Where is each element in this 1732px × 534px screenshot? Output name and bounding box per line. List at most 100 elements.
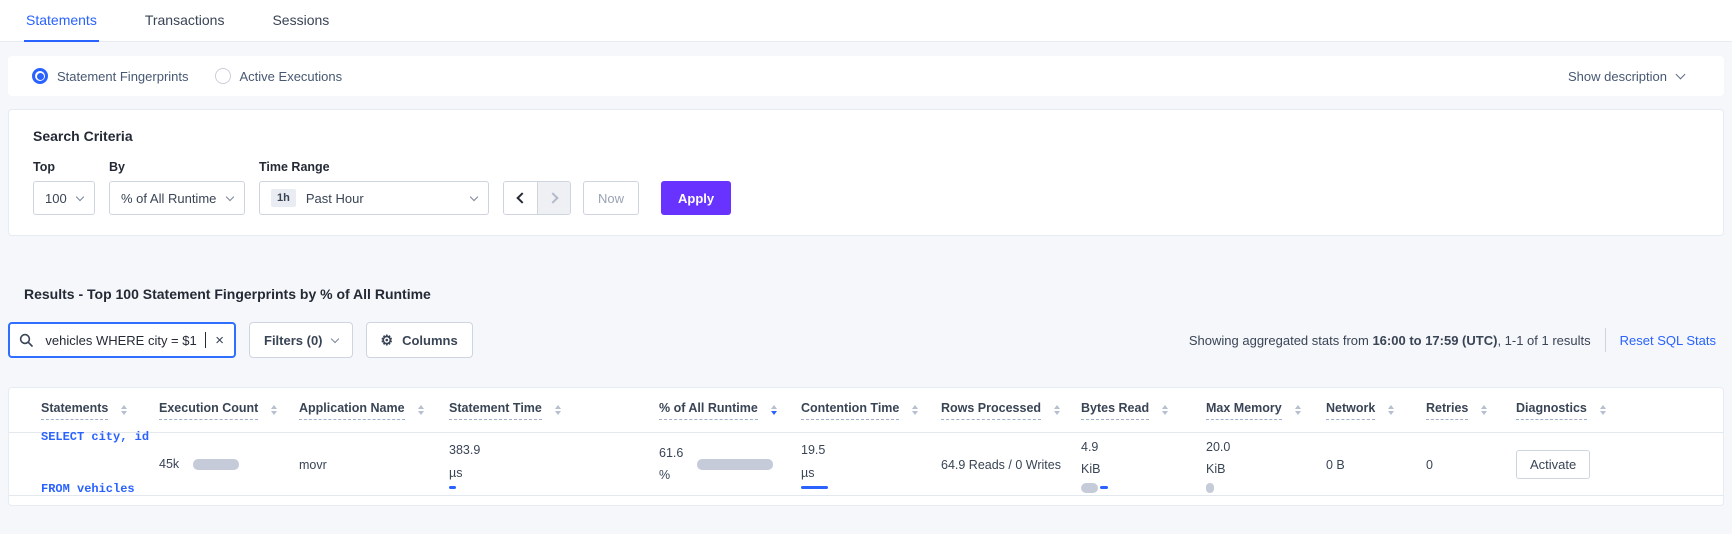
radio-active-executions-label: Active Executions — [239, 68, 343, 84]
statement-fingerprint-link[interactable]: SELECT city, id FROM vehicles — [41, 394, 159, 533]
divider — [1604, 328, 1606, 352]
time-range-select[interactable]: 1h Past Hour — [259, 181, 489, 215]
sort-icon[interactable] — [417, 405, 424, 415]
search-input-value: y, id FROM vehicles WHERE city = $1 — [41, 332, 197, 348]
now-button[interactable]: Now — [583, 181, 640, 215]
sort-icon[interactable] — [554, 405, 561, 415]
column-header-contention-time[interactable]: Contention Time — [801, 401, 941, 420]
sort-icon[interactable] — [1294, 405, 1301, 415]
network-value: 0 B — [1326, 457, 1345, 472]
tab-sessions[interactable]: Sessions — [270, 0, 331, 42]
view-toggle-bar: Statement Fingerprints Active Executions… — [8, 56, 1724, 96]
time-range-field: Time Range 1h Past Hour — [259, 160, 489, 215]
column-header-max-memory[interactable]: Max Memory — [1206, 401, 1326, 420]
column-header-diagnostics[interactable]: Diagnostics — [1516, 401, 1691, 420]
time-range-label: Time Range — [259, 160, 330, 174]
sql-activity-tabs: Statements Transactions Sessions — [0, 0, 1732, 42]
by-select[interactable]: % of All Runtime — [109, 181, 245, 215]
chevron-down-icon — [75, 192, 85, 201]
sort-icon[interactable] — [1162, 405, 1169, 415]
sort-icon-active[interactable] — [770, 405, 777, 415]
column-header-rows-processed[interactable]: Rows Processed — [941, 401, 1081, 420]
tab-statements[interactable]: Statements — [24, 0, 99, 42]
statements-table: Statements Execution Count Application N… — [8, 387, 1724, 506]
sort-icon[interactable] — [1599, 405, 1606, 415]
column-header-bytes-read[interactable]: Bytes Read — [1081, 401, 1206, 420]
filters-button[interactable]: Filters (0) — [249, 322, 353, 358]
by-select-value: % of All Runtime — [121, 190, 217, 206]
contention-time-unit: µs — [801, 465, 815, 480]
max-memory-bar — [1206, 482, 1214, 493]
bytes-read-value: 4.9 — [1081, 439, 1099, 454]
statement-time-value: 383.9 — [449, 443, 481, 457]
chevron-down-icon — [225, 192, 235, 201]
gear-icon: ⚙ — [380, 332, 394, 348]
activate-diagnostics-button[interactable]: Activate — [1516, 449, 1591, 479]
reset-sql-stats-link[interactable]: Reset SQL Stats — [1620, 333, 1724, 348]
radio-active-executions[interactable]: Active Executions — [214, 68, 343, 84]
bytes-read-bar-marker — [1100, 486, 1108, 489]
results-toolbar: y, id FROM vehicles WHERE city = $1 × Fi… — [8, 322, 1724, 358]
search-icon — [19, 333, 33, 347]
filters-button-label: Filters (0) — [264, 332, 323, 348]
sort-icon[interactable] — [912, 405, 919, 415]
time-window-pager — [503, 181, 571, 215]
chevron-right-icon — [546, 192, 559, 204]
time-range-value: Past Hour — [305, 190, 364, 206]
sort-icon[interactable] — [1054, 405, 1061, 415]
execution-count-value: 45k — [159, 457, 180, 471]
stats-prefix: Showing aggregated stats from — [1188, 332, 1373, 348]
chevron-down-icon — [330, 334, 339, 343]
text-caret — [204, 332, 207, 348]
by-label: By — [109, 160, 125, 174]
tab-transactions[interactable]: Transactions — [143, 0, 227, 42]
sort-icon[interactable] — [1481, 405, 1488, 415]
chevron-left-icon — [516, 192, 528, 204]
column-header-pct-all-runtime[interactable]: % of All Runtime — [659, 401, 801, 420]
table-row: SELECT city, id FROM vehicles 45k movr 3… — [9, 430, 1723, 496]
time-range-badge: 1h — [271, 189, 296, 207]
search-criteria-panel: Search Criteria Top 100 By % of All Runt… — [8, 109, 1724, 236]
clear-search-icon[interactable]: × — [214, 333, 225, 348]
aggregated-stats-text: Showing aggregated stats from 16:00 to 1… — [1189, 333, 1591, 348]
column-header-retries[interactable]: Retries — [1426, 401, 1516, 420]
show-description-label: Show description — [1568, 68, 1667, 84]
apply-button[interactable]: Apply — [661, 181, 732, 215]
chevron-down-icon — [1675, 69, 1686, 80]
radio-unselected-icon — [214, 68, 231, 84]
top-select-value: 100 — [45, 190, 67, 206]
top-select[interactable]: 100 — [33, 181, 95, 215]
chevron-down-icon — [469, 192, 479, 201]
bytes-read-unit: KiB — [1081, 462, 1101, 476]
by-field: By % of All Runtime — [109, 160, 245, 215]
bytes-read-bar — [1081, 482, 1098, 493]
contention-time-value: 19.5 — [801, 443, 826, 457]
top-label: Top — [33, 160, 55, 174]
stats-suffix: , 1-1 of 1 results — [1497, 332, 1591, 348]
show-description-toggle[interactable]: Show description — [1568, 69, 1700, 84]
application-name-value: movr — [299, 457, 327, 472]
statement-time-bar — [449, 486, 456, 489]
previous-time-window-button[interactable] — [504, 182, 537, 214]
column-header-execution-count[interactable]: Execution Count — [159, 401, 299, 420]
next-time-window-button[interactable] — [537, 182, 570, 214]
radio-selected-icon — [32, 68, 48, 84]
retries-value: 0 — [1426, 457, 1433, 472]
rows-processed-value: 64.9 Reads / 0 Writes — [941, 457, 1061, 472]
statement-search-input[interactable]: y, id FROM vehicles WHERE city = $1 × — [8, 322, 236, 358]
column-header-statement-time[interactable]: Statement Time — [449, 401, 659, 420]
pct-runtime-value: 61.6 — [659, 445, 684, 460]
pct-runtime-unit: % — [659, 468, 671, 482]
top-field: Top 100 — [33, 160, 95, 215]
radio-statement-fingerprints[interactable]: Statement Fingerprints — [32, 68, 189, 84]
contention-time-bar — [801, 486, 828, 489]
max-memory-unit: KiB — [1206, 462, 1226, 476]
columns-button[interactable]: ⚙ Columns — [365, 322, 473, 358]
pct-runtime-bar — [697, 458, 774, 470]
column-header-application-name[interactable]: Application Name — [299, 401, 449, 420]
sort-icon[interactable] — [271, 405, 278, 415]
max-memory-value: 20.0 — [1206, 439, 1231, 454]
column-header-network[interactable]: Network — [1326, 401, 1426, 420]
radio-statement-fingerprints-label: Statement Fingerprints — [57, 68, 189, 84]
sort-icon[interactable] — [1388, 405, 1395, 415]
